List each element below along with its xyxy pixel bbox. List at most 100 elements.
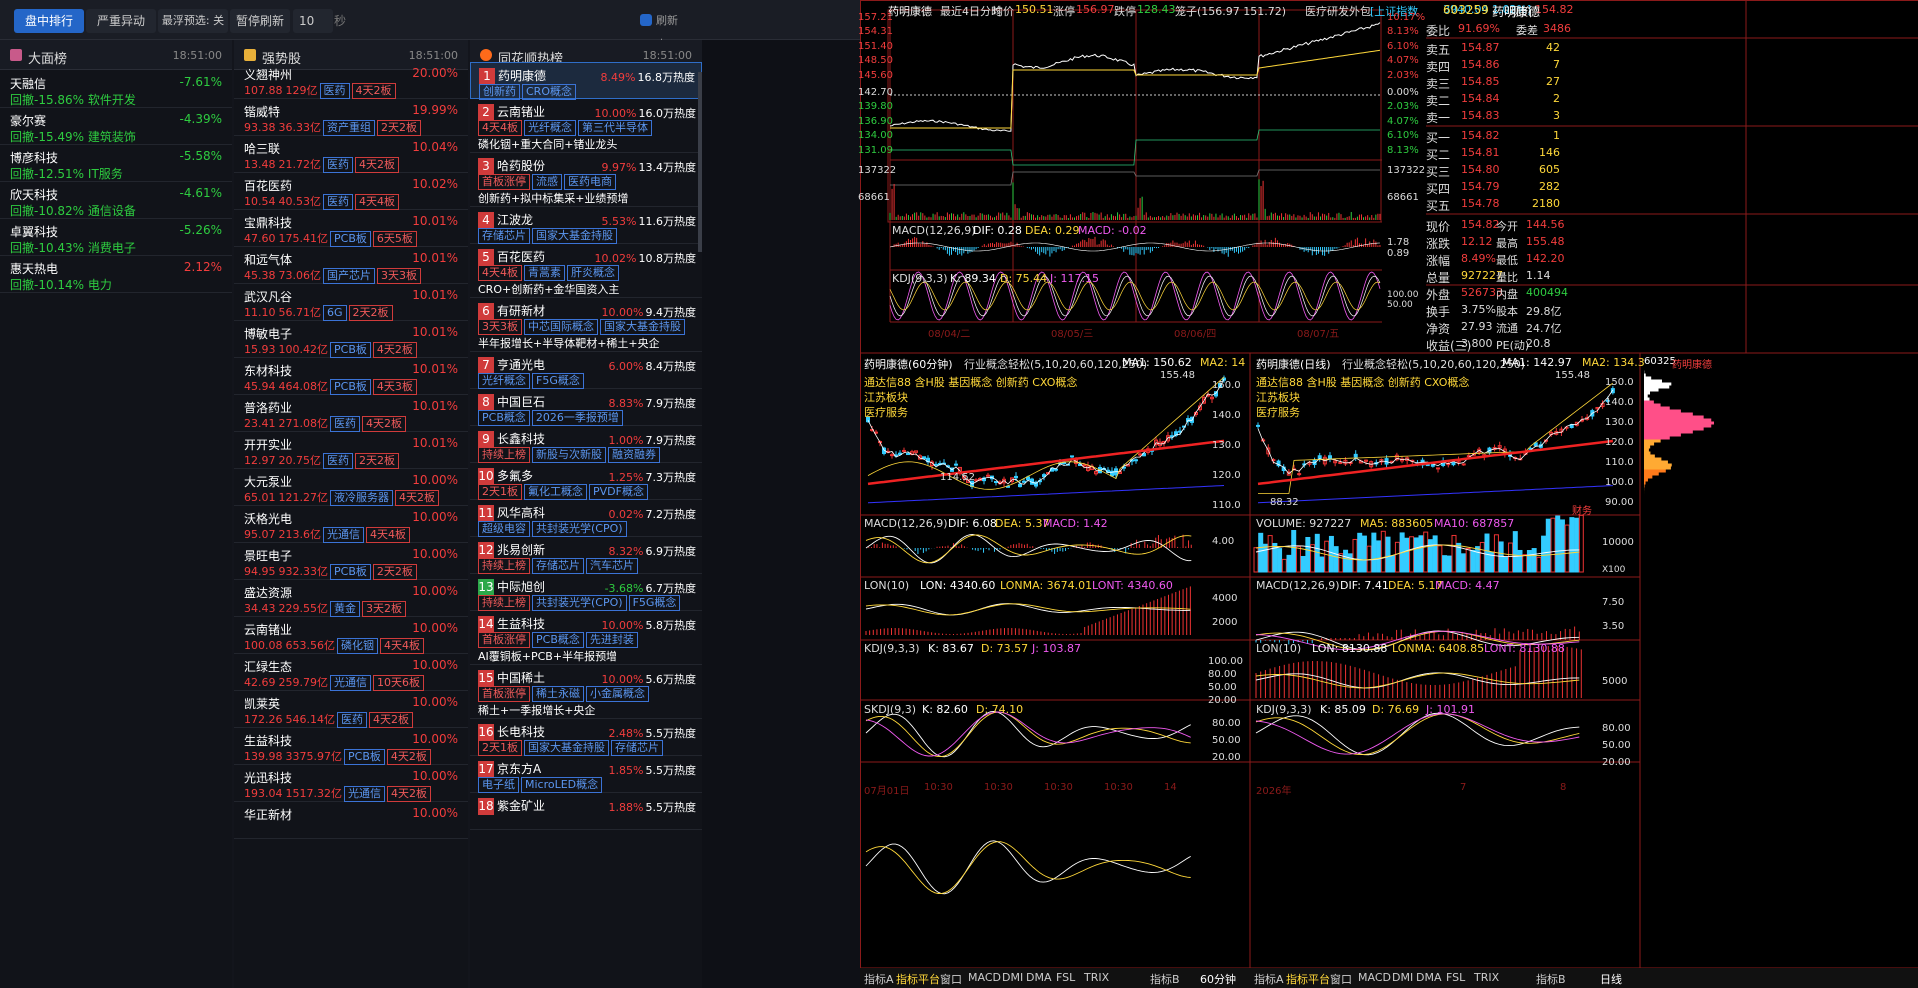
indicator-tab[interactable]: 指标A — [1254, 971, 1284, 987]
indicator-tab[interactable]: TRIX — [1084, 971, 1109, 984]
interval-input[interactable]: 10 — [293, 9, 333, 33]
concept-tag[interactable]: 医药 — [323, 453, 353, 469]
board-tag[interactable]: 4天2板 — [395, 490, 439, 506]
concept-tag[interactable]: PCB概念 — [478, 410, 530, 426]
indicator-tab[interactable]: 窗口 — [1330, 971, 1352, 987]
indicator-tab[interactable]: DMI — [1392, 971, 1413, 984]
board-tag[interactable]: 3天3板 — [377, 268, 421, 284]
board-tag[interactable]: 2天2板 — [348, 305, 393, 321]
indicator-tab[interactable]: FSL — [1056, 971, 1075, 984]
list-item[interactable]: 15 中国稀土 10.00% 5.6万热度 首板涨停 稀土永磁 小金属概念 稀土+一季报增长+… — [470, 665, 702, 719]
concept-tag[interactable]: 国家大基金持股 — [600, 319, 685, 335]
concept-tag[interactable]: 液冷服务器 — [330, 490, 393, 506]
concept-tag[interactable]: 2天1板 — [478, 740, 522, 756]
concept-tag[interactable]: 光通信 — [330, 675, 371, 691]
concept-tag[interactable]: PCB板 — [330, 231, 371, 247]
concept-tag[interactable]: 4天4板 — [478, 120, 522, 136]
board-tag[interactable]: 4天4板 — [366, 527, 410, 543]
board-tag[interactable]: 2天2板 — [372, 564, 417, 580]
concept-tag[interactable]: F5G概念 — [532, 373, 584, 389]
concept-tag[interactable]: 首板涨停 — [478, 174, 530, 190]
concept-tag[interactable]: PCB板 — [330, 564, 371, 580]
concept-tag[interactable]: 首板涨停 — [478, 632, 530, 648]
preview-toggle[interactable]: 最浮预选: 关 — [158, 9, 228, 33]
list-item[interactable]: 武汉凡谷 10.01% 11.10 56.71亿 6G 2天2板 — [234, 284, 468, 321]
concept-tag[interactable]: 持续上榜 — [478, 447, 530, 463]
board-tag[interactable]: 4天2板 — [369, 712, 413, 728]
list-item[interactable]: 天融信 -7.61% 回撤-15.86% 软件开发 — [0, 71, 232, 108]
list-item[interactable]: 华正新材 10.00% — [234, 802, 468, 839]
list-item[interactable]: 博敏电子 10.01% 15.93 100.42亿 PCB板 4天2板 — [234, 321, 468, 358]
indicator-tab[interactable]: FSL — [1446, 971, 1465, 984]
list-item[interactable]: 3 哈药股份 9.97% 13.4万热度 首板涨停 流感 医药电商 创新药+拟中标集采+业绩预… — [470, 153, 702, 207]
board-tag[interactable]: 4天2板 — [372, 342, 417, 358]
board-tag[interactable]: 2天2板 — [377, 120, 421, 136]
board-tag[interactable]: 6天5板 — [372, 231, 417, 247]
list-item[interactable]: 博彦科技 -5.58% 回撤-12.51% IT服务 — [0, 145, 232, 182]
concept-tag[interactable]: 4天4板 — [478, 265, 522, 281]
concept-tag[interactable]: CRO概念 — [522, 84, 576, 100]
list-item[interactable]: 6 有研新材 10.00% 9.4万热度 3天3板 中芯国际概念 国家大基金持股 半年报增长+… — [470, 298, 702, 352]
concept-tag[interactable]: 存储芯片 — [478, 228, 530, 244]
list-item[interactable]: 13 中际旭创 -3.68% 6.7万热度 持续上榜 共封装光学(CPO) F5G概念 — [470, 574, 702, 611]
board-tag[interactable]: 4天3板 — [372, 379, 417, 395]
concept-tag[interactable]: 2026一季报预增 — [531, 410, 623, 426]
concept-tag[interactable]: 磷化铟 — [337, 638, 378, 654]
period-selector[interactable]: 日线 — [1600, 971, 1622, 987]
concept-tag[interactable]: 黄金 — [330, 601, 360, 617]
concept-tag[interactable]: F5G概念 — [628, 595, 681, 611]
list-item[interactable]: 9 长鑫科技 1.00% 7.9万热度 持续上榜 新股与次新股 融资融券 — [470, 426, 702, 463]
concept-tag[interactable]: 中芯国际概念 — [524, 319, 598, 335]
concept-tag[interactable]: 光纤概念 — [524, 120, 576, 136]
concept-tag[interactable]: 光通信 — [323, 527, 364, 543]
concept-tag[interactable]: PCB板 — [344, 749, 385, 765]
board-tag[interactable]: 4天2板 — [351, 83, 396, 99]
list-item[interactable]: 豪尔赛 -4.39% 回撤-15.49% 建筑装饰 — [0, 108, 232, 145]
list-item[interactable]: 沃格光电 10.00% 95.07 213.6亿 光通信 4天4板 — [234, 506, 468, 543]
indicator-tab[interactable]: MACD — [968, 971, 1001, 984]
board-tag[interactable]: 4天2板 — [386, 749, 431, 765]
concept-tag[interactable]: 氟化工概念 — [524, 484, 587, 500]
list-item[interactable]: 锴威特 19.99% 93.38 36.33亿 资产重组 2天2板 — [234, 99, 468, 136]
concept-tag[interactable]: 融资融券 — [608, 447, 660, 463]
indicator-tab[interactable]: 指标A — [864, 971, 894, 987]
indicator-tab[interactable]: DMA — [1026, 971, 1052, 984]
list-item[interactable]: 东材科技 10.01% 45.94 464.08亿 PCB板 4天3板 — [234, 358, 468, 395]
concept-tag[interactable]: 电子纸 — [478, 777, 519, 793]
indicator-tab[interactable]: DMA — [1416, 971, 1442, 984]
concept-tag[interactable]: 光通信 — [344, 786, 385, 802]
list-item[interactable]: 哈三联 10.04% 13.48 21.72亿 医药 4天2板 — [234, 136, 468, 173]
concept-tag[interactable]: 新股与次新股 — [532, 447, 606, 463]
indicator-tab[interactable]: TRIX — [1474, 971, 1499, 984]
pause-refresh-button[interactable]: 暂停刷新 — [230, 9, 290, 33]
board-tag[interactable]: 4天4板 — [355, 194, 399, 210]
period-selector[interactable]: 60分钟 — [1200, 971, 1236, 987]
list-item[interactable]: 欣天科技 -4.61% 回撤-10.82% 通信设备 — [0, 182, 232, 219]
concept-tag[interactable]: 持续上榜 — [478, 558, 530, 574]
concept-tag[interactable]: 6G — [323, 305, 347, 321]
list-item[interactable]: 5 百花医药 10.02% 10.8万热度 4天4板 青蒿素 肝炎概念 CRO+创新药+金华国… — [470, 244, 702, 298]
concept-tag[interactable]: PCB板 — [330, 379, 371, 395]
list-item[interactable]: 普洛药业 10.01% 23.41 271.08亿 医药 4天2板 — [234, 395, 468, 432]
board-tag[interactable]: 4天2板 — [387, 786, 431, 802]
tab-intraday-rank[interactable]: 盘中排行 — [14, 9, 84, 33]
indicator-tab[interactable]: 指标平台 — [896, 971, 940, 987]
concept-tag[interactable]: 首板涨停 — [478, 686, 530, 702]
concept-tag[interactable]: 第三代半导体 — [578, 120, 652, 136]
concept-tag[interactable]: 医药 — [337, 712, 367, 728]
concept-tag[interactable]: 医药电商 — [564, 174, 616, 190]
concept-tag[interactable]: MicroLED概念 — [521, 777, 603, 793]
board-tag[interactable]: 4天2板 — [355, 157, 399, 173]
concept-tag[interactable]: 超级电容 — [478, 521, 530, 537]
indicator-tab[interactable]: DMI — [1002, 971, 1023, 984]
indicator-tab[interactable]: MACD — [1358, 971, 1391, 984]
list-item[interactable]: 义翘神州 20.00% 107.88 129亿 医药 4天2板 — [234, 62, 468, 99]
list-item[interactable]: 4 江波龙 5.53% 11.6万热度 存储芯片 国家大基金持股 — [470, 207, 702, 244]
concept-tag[interactable]: 医药 — [323, 157, 353, 173]
concept-tag[interactable]: 持续上榜 — [478, 595, 530, 611]
concept-tag[interactable]: 稀土永磁 — [532, 686, 584, 702]
concept-tag[interactable]: 3天3板 — [478, 319, 522, 335]
concept-tag[interactable]: 存储芯片 — [611, 740, 663, 756]
list-item[interactable]: 百花医药 10.02% 10.54 40.53亿 医药 4天4板 — [234, 173, 468, 210]
concept-tag[interactable]: 存储芯片 — [532, 558, 584, 574]
